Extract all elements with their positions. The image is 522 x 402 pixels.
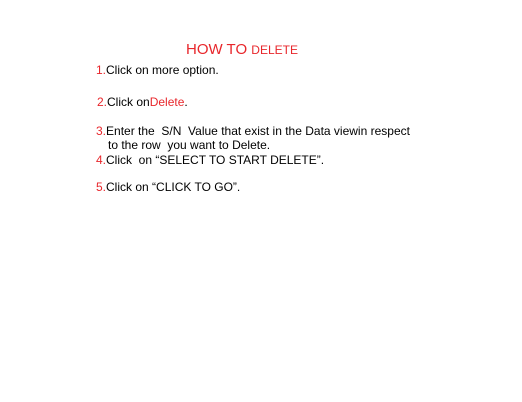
step-4-text: Click on “SELECT TO START DELETE”.	[106, 153, 325, 167]
step-2-delete-highlight: Delete	[149, 95, 185, 109]
step-3-continuation: to the row you want to Delete.	[108, 138, 270, 152]
title-delete: DELETE	[251, 43, 298, 57]
step-1: 1.Click on more option.	[96, 63, 219, 77]
page-title: HOW TO DELETE	[186, 41, 298, 58]
title-main: HOW TO	[186, 41, 252, 58]
step-3-text: Enter the S/N Value that exist in the Da…	[106, 124, 410, 138]
step-2-number: 2.	[97, 95, 108, 109]
step-5-text: Click on “CLICK TO GO”.	[106, 180, 241, 194]
step-5-number: 5.	[96, 180, 107, 194]
step-4: 4.Click on “SELECT TO START DELETE”.	[96, 153, 324, 167]
step-3: 3.Enter the S/N Value that exist in the …	[96, 124, 410, 138]
step-3-cont-text: to the row you want to Delete.	[108, 138, 271, 152]
step-2-end: .	[184, 95, 188, 109]
step-3-number: 3.	[96, 124, 107, 138]
step-2-text: Click on	[107, 95, 150, 109]
step-4-number: 4.	[96, 153, 107, 167]
step-1-number: 1.	[96, 63, 107, 77]
step-5: 5.Click on “CLICK TO GO”.	[96, 180, 240, 194]
step-2: 2.Click onDelete.	[97, 95, 188, 109]
step-1-text: Click on more option.	[106, 63, 219, 77]
